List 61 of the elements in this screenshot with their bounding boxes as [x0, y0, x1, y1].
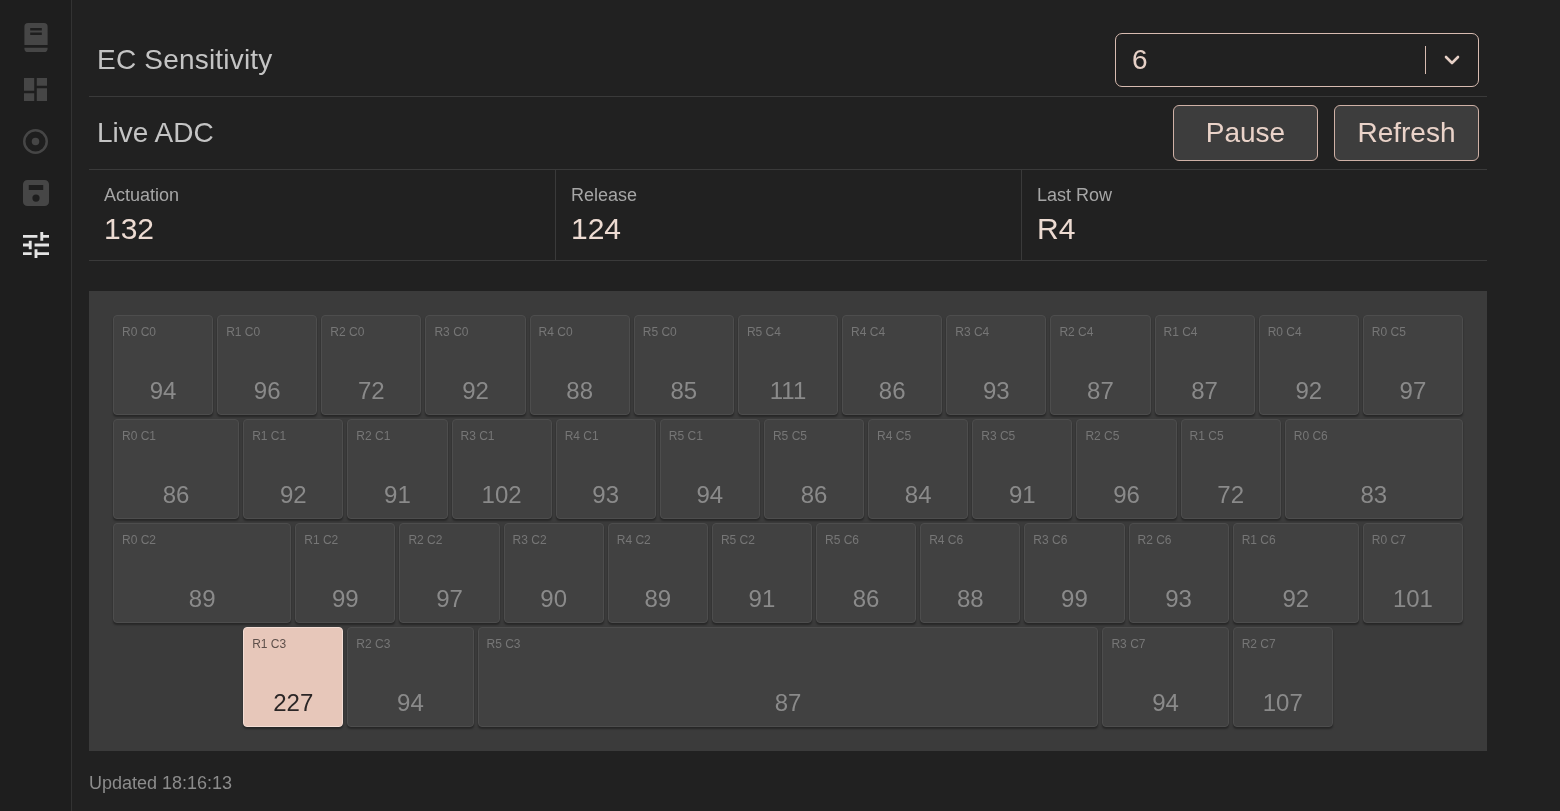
key-value: 90 — [540, 585, 567, 613]
key-value: 92 — [1282, 585, 1310, 613]
key-value: 84 — [904, 481, 932, 509]
key-value: 111 — [769, 377, 807, 405]
key-value: 99 — [332, 585, 359, 613]
key-value: 72 — [358, 377, 385, 405]
stat-label: Last Row — [1037, 184, 1114, 206]
key-value: 87 — [1087, 377, 1114, 405]
key-value: 91 — [748, 585, 776, 613]
sliders-icon[interactable] — [22, 232, 49, 258]
key-value: 97 — [1399, 377, 1427, 405]
key-value: 99 — [1061, 585, 1088, 613]
chevron-down-icon — [1444, 55, 1460, 65]
setting-label: EC Sensitivity — [97, 44, 273, 76]
key-value: 93 — [982, 377, 1010, 405]
key-value: 91 — [384, 481, 411, 509]
key-value: 91 — [1009, 481, 1036, 509]
stat-value: 132 — [104, 211, 156, 247]
key-value: 89 — [188, 585, 216, 613]
pause-button[interactable]: Pause — [1173, 105, 1318, 161]
circle-dot-icon[interactable] — [23, 128, 48, 154]
key-value: 72 — [1217, 481, 1244, 509]
key-value: 87 — [1191, 377, 1218, 405]
section-title: Live ADC — [97, 117, 214, 149]
key-value: 86 — [852, 585, 880, 613]
key-value: 93 — [1165, 585, 1192, 613]
key-value: 227 — [273, 689, 314, 717]
stat-value: R4 — [1037, 211, 1077, 247]
save-icon[interactable] — [22, 180, 49, 206]
stat-value: 124 — [571, 211, 623, 247]
key-value: 94 — [397, 689, 424, 717]
dashboard-icon[interactable] — [24, 77, 47, 101]
key-value: 96 — [1113, 481, 1140, 509]
key-value: 94 — [1152, 689, 1179, 717]
key-value: 88 — [566, 377, 594, 405]
key-value: 86 — [800, 481, 828, 509]
key-value: 86 — [162, 481, 190, 509]
refresh-button[interactable]: Refresh — [1334, 105, 1479, 161]
key-value: 93 — [592, 481, 620, 509]
key-label: R1 C3 — [252, 636, 287, 652]
key-value: 102 — [481, 481, 522, 509]
key-value: 92 — [1295, 377, 1323, 405]
key-value: 89 — [644, 585, 672, 613]
key-value: 107 — [1262, 689, 1303, 717]
book-icon[interactable] — [23, 22, 48, 52]
key-value: 96 — [253, 377, 281, 405]
stat-label: Release — [571, 184, 639, 206]
key-value: 83 — [1360, 481, 1388, 509]
updated-time: Updated 18:16:13 — [89, 773, 233, 793]
key-value: 88 — [956, 585, 984, 613]
key-value: 86 — [878, 377, 906, 405]
key-value: 92 — [462, 377, 489, 405]
key-value: 94 — [696, 481, 724, 509]
sensitivity-dropdown[interactable]: 6 — [1115, 33, 1479, 87]
stat-label: Actuation — [104, 184, 181, 206]
key-value: 94 — [149, 377, 177, 405]
key-value: 92 — [279, 481, 307, 509]
key-value: 101 — [1392, 585, 1433, 613]
key-value: 97 — [436, 585, 463, 613]
key-value: 87 — [774, 689, 802, 717]
key-value: 85 — [670, 377, 698, 405]
